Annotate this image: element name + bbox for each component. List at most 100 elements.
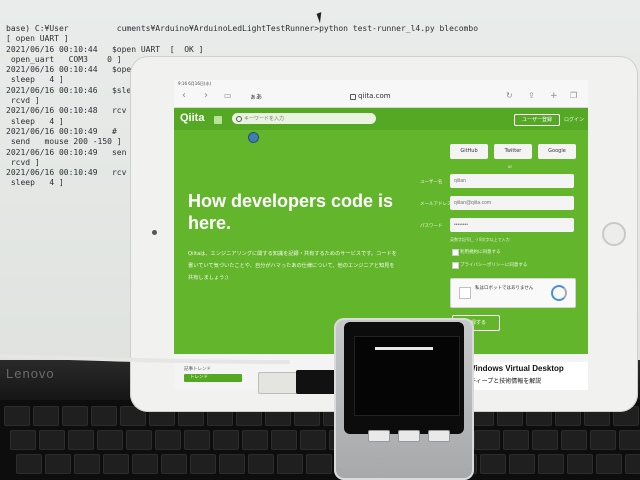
- keyboard-key[interactable]: [219, 454, 245, 474]
- terminal-line: [ open UART ]: [6, 34, 69, 44]
- touch-indicator-icon: [248, 132, 259, 143]
- lcd-stripe: [375, 347, 433, 350]
- qiita-badge-icon: [214, 116, 222, 124]
- username-field[interactable]: [450, 174, 574, 188]
- keyboard-key[interactable]: [561, 430, 587, 450]
- new-tab-icon[interactable]: +: [550, 91, 558, 101]
- keyboard-key[interactable]: [184, 430, 210, 450]
- reload-icon[interactable]: ↻: [506, 91, 513, 101]
- keyboard-key[interactable]: [474, 430, 500, 450]
- signup-button[interactable]: ユーザー登録: [514, 114, 560, 126]
- keyboard-key[interactable]: [97, 430, 123, 450]
- hero-title: How developers code is here.: [188, 191, 394, 233]
- keyboard-key[interactable]: [45, 454, 71, 474]
- privacy-checkbox[interactable]: [452, 262, 459, 269]
- m5stack-screen: [354, 336, 460, 416]
- mouse-cursor-icon: [316, 10, 329, 24]
- back-icon[interactable]: ‹: [182, 91, 186, 101]
- keyboard-key[interactable]: [480, 454, 506, 474]
- trend-section-label: 記事トレンド: [184, 367, 211, 372]
- url-text: qiita.com: [358, 92, 391, 100]
- keyboard-key[interactable]: [39, 430, 65, 450]
- keyboard-key[interactable]: [271, 430, 297, 450]
- privacy-label: プライバシーポリシーに同意する: [460, 263, 528, 268]
- usb-plug: [296, 370, 336, 394]
- recaptcha-text: 私はロボットではありません: [475, 286, 534, 291]
- password-field[interactable]: [450, 218, 574, 232]
- keyboard-key[interactable]: [596, 454, 622, 474]
- username-label: ユーザー名: [420, 180, 443, 185]
- keyboard-key[interactable]: [567, 454, 593, 474]
- keyboard: [0, 400, 640, 480]
- keyboard-key[interactable]: [68, 430, 94, 450]
- ad-banner[interactable]: Windows Virtual Desktop ティープと技術情報を解説: [464, 362, 588, 390]
- keyboard-key[interactable]: [590, 430, 616, 450]
- address-bar[interactable]: ぁあ qiita.com: [246, 90, 516, 104]
- terminal-line: 2021/06/16 00:10:44 $open UART [ OK ]: [6, 44, 204, 54]
- forward-icon[interactable]: ›: [204, 91, 208, 101]
- keyboard-key[interactable]: [74, 454, 100, 474]
- keyboard-key[interactable]: [242, 430, 268, 450]
- keyboard-key[interactable]: [619, 430, 640, 450]
- usb-connector: [258, 372, 300, 394]
- keyboard-key[interactable]: [155, 430, 181, 450]
- keyboard-key[interactable]: [4, 406, 30, 426]
- qiita-logo[interactable]: Qiita: [180, 112, 204, 124]
- share-icon[interactable]: ⇪: [528, 91, 535, 101]
- hero-description: Qiitaは、エンジニアリングに関する知識を記録・共有するためのサービスです。コ…: [188, 251, 397, 281]
- status-bar: 9:16 6月16日(水): [174, 80, 588, 87]
- terms-checkbox[interactable]: [452, 249, 459, 256]
- m5stack-button-c[interactable]: [428, 430, 450, 442]
- m5stack-button-b[interactable]: [398, 430, 420, 442]
- search-input[interactable]: [232, 113, 376, 124]
- keyboard-key[interactable]: [248, 454, 274, 474]
- keyboard-key[interactable]: [277, 454, 303, 474]
- or-divider: or: [508, 164, 513, 169]
- recaptcha-widget: 私はロボットではありません: [450, 278, 576, 308]
- m5stack-button-a[interactable]: [368, 430, 390, 442]
- google-button[interactable]: Google: [538, 144, 576, 159]
- ad-headline: Windows Virtual Desktop: [468, 364, 564, 373]
- password-note: 英数字記号(_ -) 8文字以上で入力: [450, 237, 510, 242]
- keyboard-key[interactable]: [91, 406, 117, 426]
- terms-label: 利用規約に同意する: [460, 250, 501, 255]
- search-icon: [236, 116, 242, 122]
- recaptcha-checkbox[interactable]: [459, 287, 471, 299]
- keyboard-key[interactable]: [213, 430, 239, 450]
- qiita-header: Qiita ユーザー登録 ログイン: [174, 108, 588, 130]
- keyboard-key[interactable]: [103, 454, 129, 474]
- keyboard-key[interactable]: [62, 406, 88, 426]
- tabs-icon[interactable]: ❐: [570, 91, 577, 101]
- tab-trend[interactable]: トレンド: [184, 374, 242, 382]
- twitter-button[interactable]: Twitter: [494, 144, 532, 159]
- safari-toolbar: ‹ › ▭ ぁあ qiita.com ↻ ⇪ + ❐: [174, 87, 588, 108]
- ipad-camera-icon: [152, 230, 157, 235]
- github-button[interactable]: GitHub: [450, 144, 488, 159]
- keyboard-key[interactable]: [300, 430, 326, 450]
- keyboard-key[interactable]: [10, 430, 36, 450]
- keyboard-key[interactable]: [161, 454, 187, 474]
- email-field[interactable]: [450, 196, 574, 210]
- keyboard-key[interactable]: [16, 454, 42, 474]
- keyboard-key[interactable]: [306, 454, 332, 474]
- login-link[interactable]: ログイン: [564, 116, 584, 123]
- email-label: メールアドレス: [420, 202, 452, 207]
- keyboard-key[interactable]: [33, 406, 59, 426]
- keyboard-key[interactable]: [126, 430, 152, 450]
- keyboard-key[interactable]: [509, 454, 535, 474]
- reader-aa-button[interactable]: ぁあ: [250, 92, 262, 101]
- usb-cable: [0, 354, 290, 364]
- ipad-home-button[interactable]: [602, 222, 626, 246]
- lock-icon: [350, 94, 356, 100]
- terminal-line: base) C:¥User cuments¥Arduino¥ArduinoLed…: [6, 24, 479, 33]
- ad-subline: ティープと技術情報を解説: [470, 378, 542, 385]
- sidebar-icon[interactable]: ▭: [224, 91, 232, 101]
- keyboard-key[interactable]: [538, 454, 564, 474]
- keyboard-key[interactable]: [503, 430, 529, 450]
- keyboard-key[interactable]: [625, 454, 640, 474]
- recaptcha-logo-icon: [551, 285, 567, 301]
- keyboard-key[interactable]: [532, 430, 558, 450]
- keyboard-key[interactable]: [132, 454, 158, 474]
- keyboard-key[interactable]: [190, 454, 216, 474]
- password-label: パスワード: [420, 224, 443, 229]
